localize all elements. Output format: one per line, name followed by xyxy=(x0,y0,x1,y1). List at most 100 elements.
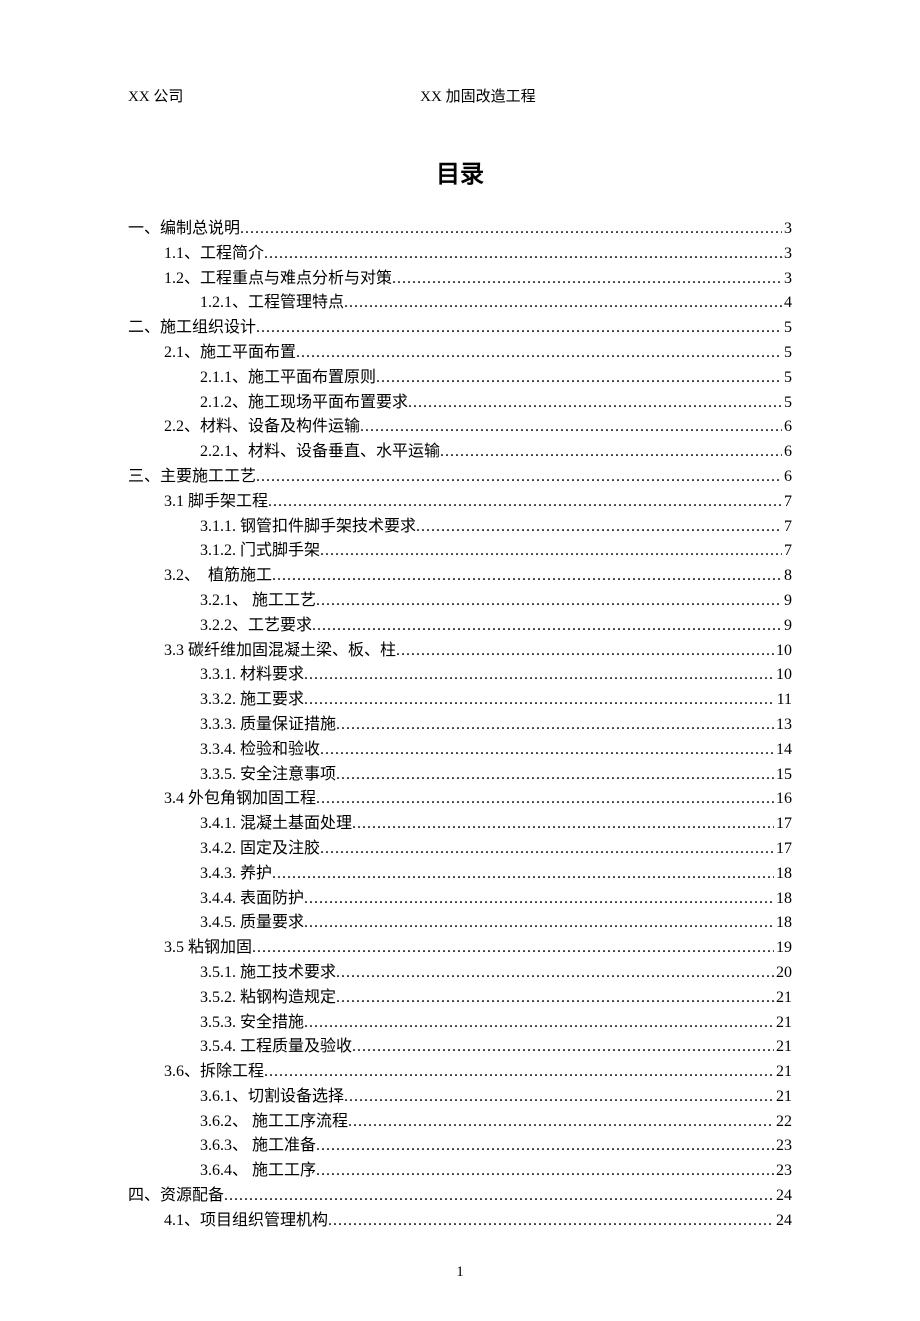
toc-entry-label: 3.6.1、切割设备选择 xyxy=(200,1085,344,1110)
toc-leader-dots xyxy=(268,490,782,515)
toc-entry: 3.5.1. 施工技术要求20 xyxy=(128,961,792,986)
toc-leader-dots xyxy=(336,713,774,738)
toc-entry-label: 3.2.1、 施工工艺 xyxy=(200,589,316,614)
toc-leader-dots xyxy=(408,391,782,416)
toc-leader-dots xyxy=(252,936,774,961)
toc-leader-dots xyxy=(296,341,782,366)
page-number: 1 xyxy=(128,1264,792,1281)
toc-entry-label: 3.1.1. 钢管扣件脚手架技术要求 xyxy=(200,515,416,540)
toc-entry: 1.2、工程重点与难点分析与对策3 xyxy=(128,267,792,292)
toc-entry: 3.3.3. 质量保证措施13 xyxy=(128,713,792,738)
toc-entry-page: 23 xyxy=(774,1159,792,1184)
page-title: 目录 xyxy=(128,154,792,189)
toc-entry-label: 2.2.1、材料、设备垂直、水平运输 xyxy=(200,440,440,465)
toc-leader-dots xyxy=(336,763,774,788)
toc-entry-label: 3.3.1. 材料要求 xyxy=(200,663,304,688)
toc-entry-page: 17 xyxy=(774,812,792,837)
toc-entry-label: 四、资源配备 xyxy=(128,1184,224,1209)
toc-entry: 3.3 碳纤维加固混凝土梁、板、柱10 xyxy=(128,639,792,664)
toc-leader-dots xyxy=(264,1060,774,1085)
toc-entry-label: 一、编制总说明 xyxy=(128,217,240,242)
toc-entry: 3.4.5. 质量要求18 xyxy=(128,911,792,936)
toc-entry-label: 3.4.5. 质量要求 xyxy=(200,911,304,936)
toc-entry: 3.3.1. 材料要求 10 xyxy=(128,663,792,688)
toc-leader-dots xyxy=(264,242,782,267)
toc-leader-dots xyxy=(328,1209,774,1234)
toc-leader-dots xyxy=(256,316,782,341)
toc-entry-page: 14 xyxy=(774,738,792,763)
toc-leader-dots xyxy=(256,465,782,490)
toc-entry: 3.3.5. 安全注意事项 15 xyxy=(128,763,792,788)
toc-entry: 3.6.1、切割设备选择21 xyxy=(128,1085,792,1110)
toc-entry: 3.4.4. 表面防护18 xyxy=(128,887,792,912)
toc-leader-dots xyxy=(352,1035,774,1060)
toc-leader-dots xyxy=(440,440,782,465)
toc-leader-dots xyxy=(304,1011,774,1036)
toc-entry-page: 20 xyxy=(774,961,792,986)
toc-entry-page: 5 xyxy=(782,366,792,391)
toc-entry-page: 3 xyxy=(782,242,792,267)
toc-leader-dots xyxy=(392,267,782,292)
toc-entry-label: 2.1、施工平面布置 xyxy=(164,341,296,366)
toc-entry: 2.1、施工平面布置5 xyxy=(128,341,792,366)
toc-entry: 3.2.1、 施工工艺9 xyxy=(128,589,792,614)
toc-entry: 3.3.4. 检验和验收14 xyxy=(128,738,792,763)
toc-leader-dots xyxy=(376,366,782,391)
toc-entry-label: 2.2、材料、设备及构件运输 xyxy=(164,415,360,440)
toc-leader-dots xyxy=(396,639,774,664)
toc-entry-label: 3.3.3. 质量保证措施 xyxy=(200,713,336,738)
toc-entry-label: 3.4.3. 养护 xyxy=(200,862,272,887)
toc-entry-page: 3 xyxy=(782,217,792,242)
toc-leader-dots xyxy=(304,911,774,936)
toc-entry: 2.1.2、施工现场平面布置要求5 xyxy=(128,391,792,416)
toc-entry-page: 24 xyxy=(774,1184,792,1209)
toc-leader-dots xyxy=(320,738,774,763)
toc-entry-label: 3.4.1. 混凝土基面处理 xyxy=(200,812,352,837)
toc-entry-page: 6 xyxy=(782,465,792,490)
toc-entry: 三、主要施工工艺6 xyxy=(128,465,792,490)
toc-entry: 3.6.2、 施工工序流程22 xyxy=(128,1110,792,1135)
toc-entry-label: 3.1.2. 门式脚手架 xyxy=(200,539,320,564)
toc-leader-dots xyxy=(304,663,774,688)
toc-entry-page: 22 xyxy=(774,1110,792,1135)
toc-entry: 3.5.3. 安全措施21 xyxy=(128,1011,792,1036)
toc-entry: 3.6.4、 施工工序23 xyxy=(128,1159,792,1184)
toc-entry-label: 3.1 脚手架工程 xyxy=(164,490,268,515)
toc-leader-dots xyxy=(316,1134,774,1159)
toc-entry-page: 17 xyxy=(774,837,792,862)
toc-leader-dots xyxy=(316,1159,774,1184)
toc-leader-dots xyxy=(240,217,782,242)
toc-leader-dots xyxy=(320,837,774,862)
toc-entry-label: 3.3.2. 施工要求 xyxy=(200,688,304,713)
toc-entry: 3.1 脚手架工程 7 xyxy=(128,490,792,515)
toc-leader-dots xyxy=(320,539,782,564)
toc-entry-label: 3.2.2、工艺要求 xyxy=(200,614,312,639)
toc-entry-label: 2.1.2、施工现场平面布置要求 xyxy=(200,391,408,416)
toc-leader-dots xyxy=(304,688,775,713)
toc-entry-page: 21 xyxy=(774,986,792,1011)
toc-entry: 3.4 外包角钢加固工程16 xyxy=(128,787,792,812)
toc-entry: 3.1.2. 门式脚手架7 xyxy=(128,539,792,564)
toc-entry: 3.2.2、工艺要求9 xyxy=(128,614,792,639)
toc-leader-dots xyxy=(316,589,782,614)
toc-entry: 2.2.1、材料、设备垂直、水平运输6 xyxy=(128,440,792,465)
toc-entry-page: 21 xyxy=(774,1011,792,1036)
toc-entry-label: 1.1、工程简介 xyxy=(164,242,264,267)
toc-entry-label: 3.3.5. 安全注意事项 xyxy=(200,763,336,788)
toc-leader-dots xyxy=(416,515,782,540)
toc-entry-page: 7 xyxy=(782,490,792,515)
header-company: XX 公司 xyxy=(128,85,420,106)
toc-leader-dots xyxy=(348,1110,774,1135)
table-of-contents: 一、编制总说明31.1、工程简介31.2、工程重点与难点分析与对策31.2.1、… xyxy=(128,217,792,1234)
toc-leader-dots xyxy=(312,614,782,639)
toc-entry-label: 3.6、拆除工程 xyxy=(164,1060,264,1085)
toc-entry-page: 10 xyxy=(774,663,792,688)
toc-leader-dots xyxy=(360,415,782,440)
toc-entry-page: 7 xyxy=(782,515,792,540)
toc-entry: 2.2、材料、设备及构件运输6 xyxy=(128,415,792,440)
toc-entry-page: 5 xyxy=(782,316,792,341)
toc-entry-page: 10 xyxy=(774,639,792,664)
toc-entry-label: 3.4 外包角钢加固工程 xyxy=(164,787,316,812)
toc-entry-page: 15 xyxy=(774,763,792,788)
toc-entry-label: 4.1、项目组织管理机构 xyxy=(164,1209,328,1234)
